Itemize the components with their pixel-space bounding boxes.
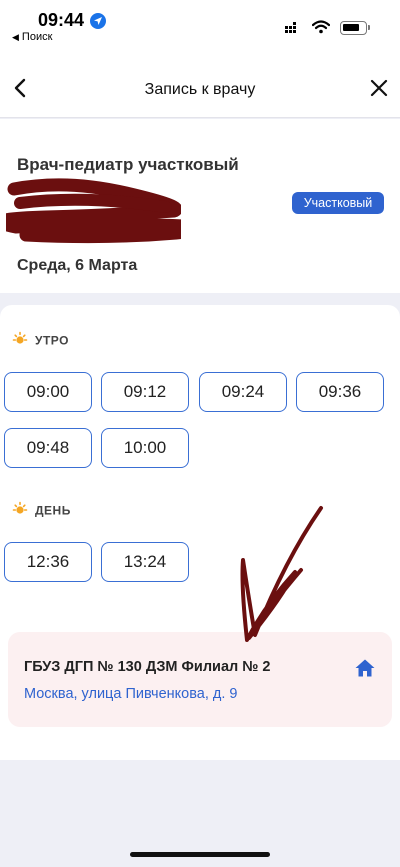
time-slot[interactable]: 09:36 [296,372,384,412]
doctor-specialty: Врач-педиатр участковый [17,155,239,174]
home-icon[interactable] [354,658,376,683]
wifi-icon [311,20,331,39]
nav-bar: Запись к врачу [0,48,400,118]
status-bar: 09:44 ◀ Поиск [0,0,400,48]
period-label-text: УТРО [35,333,69,348]
location-arrow-icon [90,13,106,29]
time-slot[interactable]: 10:00 [101,428,189,468]
time-slot[interactable]: 09:24 [199,372,287,412]
redaction-scribble [6,178,181,244]
doctor-card: Врач-педиатр участковый Участковый Среда… [0,119,400,293]
clinic-name: ГБУЗ ДГП № 130 ДЗМ Филиал № 2 [24,659,271,675]
time-slot[interactable]: 09:48 [4,428,92,468]
signal-icon [285,22,301,34]
status-time: 09:44 [38,10,85,30]
period-label-text: ДЕНЬ [35,503,71,518]
back-to-search-link[interactable]: ◀ Поиск [12,31,52,43]
clinic-card[interactable]: ГБУЗ ДГП № 130 ДЗМ Филиал № 2 Москва, ул… [8,632,392,727]
time-slot[interactable]: 09:12 [101,372,189,412]
close-icon[interactable] [369,78,389,103]
clinic-address-link[interactable]: Москва, улица Пивченкова, д. 9 [24,686,237,702]
time-slot[interactable]: 13:24 [101,542,189,582]
page-title: Запись к врачу [144,81,256,98]
battery-icon [340,21,370,35]
period-label-day: ДЕНЬ [12,501,71,520]
time-slot[interactable]: 09:00 [4,372,92,412]
time-slot[interactable]: 12:36 [4,542,92,582]
period-label-morning: УТРО [12,331,69,350]
back-to-search-label: Поиск [21,31,53,43]
back-triangle-icon: ◀ [12,32,19,42]
appointment-date: Среда, 6 Марта [17,257,138,274]
sun-icon [12,331,28,350]
status-badge: Участковый [292,192,384,214]
sun-icon [12,501,28,520]
home-indicator [130,852,270,857]
